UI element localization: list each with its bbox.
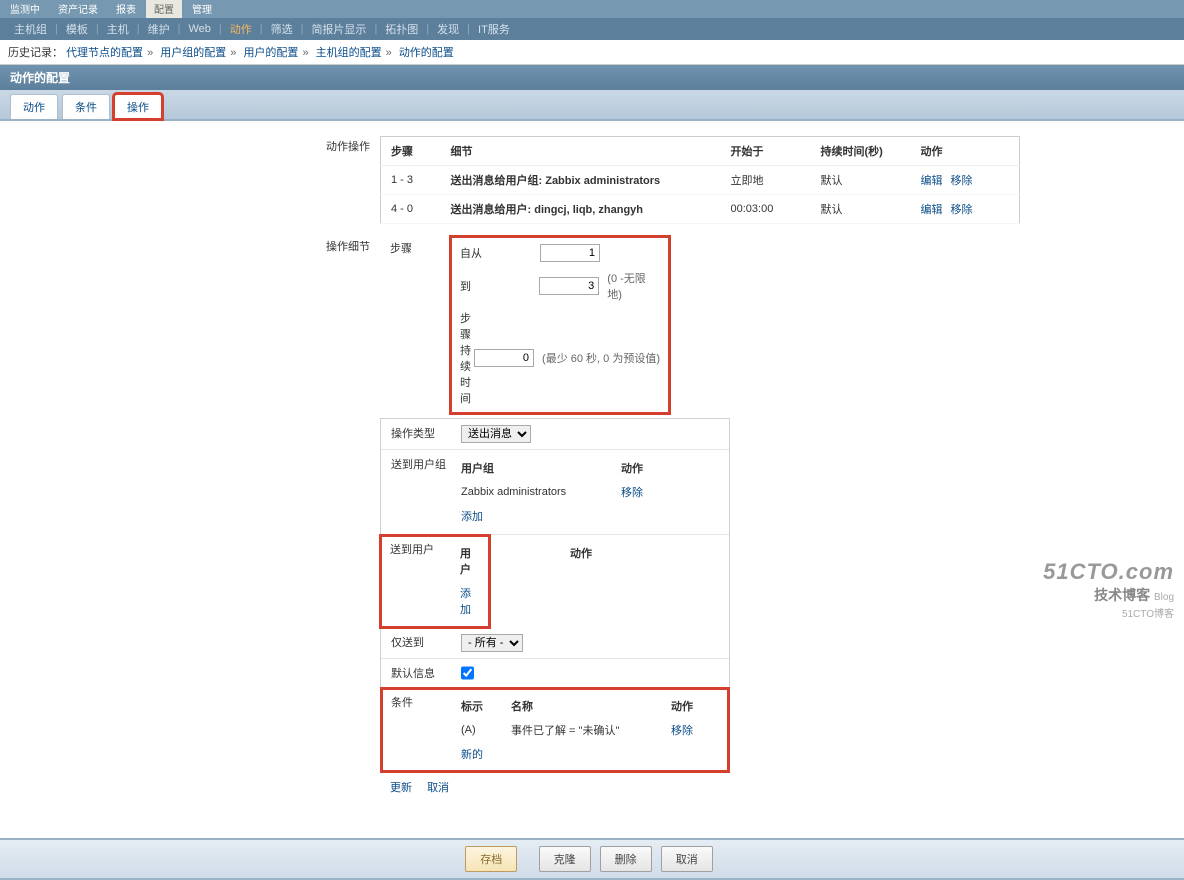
nav-filter[interactable]: 筛选: [271, 21, 293, 37]
bottom-bar: 存档 克隆 删除 取消: [0, 838, 1184, 880]
save-button[interactable]: 存档: [465, 846, 517, 872]
detail-section: 操作细节 步骤 自从 到 (0 -无限地) 步骤持续时间: [310, 236, 1164, 801]
clone-button[interactable]: 克隆: [539, 846, 591, 872]
content: 动作操作 步骤 细节 开始于 持续时间(秒) 动作 1 - 3 送出消息给用户组…: [0, 121, 1184, 828]
from-label: 自从: [460, 245, 540, 261]
remove-link[interactable]: 移除: [951, 175, 973, 187]
remove-link[interactable]: 移除: [951, 204, 973, 216]
tab-condition[interactable]: 条件: [62, 94, 110, 119]
detail-label: 操作细节: [310, 236, 380, 254]
senduser-label: 送到用户: [390, 541, 460, 621]
dur-hint: (最少 60 秒, 0 为预设值): [542, 350, 660, 366]
new-cond[interactable]: 新的: [461, 749, 483, 761]
top-tab-monitor[interactable]: 监测中: [2, 0, 48, 18]
nav-topo[interactable]: 拓扑图: [385, 21, 418, 37]
ops-table: 步骤 细节 开始于 持续时间(秒) 动作 1 - 3 送出消息给用户组: Zab…: [380, 136, 1020, 224]
th-start: 开始于: [721, 137, 811, 166]
edit-link[interactable]: 编辑: [921, 175, 943, 187]
defmsg-checkbox[interactable]: [461, 665, 474, 681]
sub-nav: 主机组| 模板| 主机| 维护| Web| 动作| 筛选| 简报片显示| 拓扑图…: [0, 18, 1184, 40]
onlysend-select[interactable]: - 所有 -: [461, 634, 523, 652]
remove-cond[interactable]: 移除: [671, 725, 693, 737]
top-tab-config[interactable]: 配置: [146, 0, 182, 18]
optype-select[interactable]: 送出消息: [461, 425, 531, 443]
steps-label: 步骤: [380, 236, 450, 414]
nav-discovery[interactable]: 发现: [437, 21, 459, 37]
defmsg-label: 默认信息: [391, 665, 461, 681]
optype-label: 操作类型: [391, 425, 461, 443]
bc-4[interactable]: 动作的配置: [399, 47, 454, 59]
th-duration: 持续时间(秒): [811, 137, 911, 166]
nav-action[interactable]: 动作: [230, 21, 252, 37]
add-group[interactable]: 添加: [461, 511, 483, 523]
top-tab-admin[interactable]: 管理: [184, 0, 220, 18]
to-input[interactable]: [539, 277, 599, 295]
nav-web[interactable]: Web: [188, 23, 210, 35]
update-link[interactable]: 更新: [390, 782, 412, 794]
dur-label: 步骤持续时间: [460, 310, 474, 406]
nav-template[interactable]: 模板: [66, 21, 88, 37]
from-input[interactable]: [540, 244, 600, 262]
nav-host[interactable]: 主机: [107, 21, 129, 37]
tab-action[interactable]: 动作: [10, 94, 58, 119]
nav-it[interactable]: IT服务: [478, 21, 510, 37]
top-tabs: 监测中 资产记录 报表 配置 管理: [0, 0, 1184, 18]
sendgroup-label: 送到用户组: [391, 456, 461, 528]
page-title: 动作的配置: [0, 65, 1184, 90]
cancel-link[interactable]: 取消: [427, 782, 449, 794]
top-tab-assets[interactable]: 资产记录: [50, 0, 106, 18]
bc-1[interactable]: 用户组的配置: [160, 47, 226, 59]
ops-section: 动作操作 步骤 细节 开始于 持续时间(秒) 动作 1 - 3 送出消息给用户组…: [310, 136, 1164, 224]
bc-2[interactable]: 用户的配置: [243, 47, 298, 59]
top-tab-reports[interactable]: 报表: [108, 0, 144, 18]
th-detail: 细节: [441, 137, 721, 166]
breadcrumb-label: 历史记录：: [8, 47, 63, 59]
edit-link[interactable]: 编辑: [921, 204, 943, 216]
cancel-button[interactable]: 取消: [661, 846, 713, 872]
nav-maint[interactable]: 维护: [148, 21, 170, 37]
bc-3[interactable]: 主机组的配置: [316, 47, 382, 59]
to-hint: (0 -无限地): [607, 270, 660, 302]
breadcrumb: 历史记录： 代理节点的配置» 用户组的配置» 用户的配置» 主机组的配置» 动作…: [0, 40, 1184, 65]
table-row: 1 - 3 送出消息给用户组: Zabbix administrators 立即…: [381, 166, 1020, 195]
tabs-row: 动作 条件 操作: [0, 90, 1184, 121]
bc-0[interactable]: 代理节点的配置: [66, 47, 143, 59]
to-label: 到: [460, 278, 539, 294]
nav-slideshow[interactable]: 简报片显示: [311, 21, 366, 37]
remove-group[interactable]: 移除: [621, 487, 643, 499]
cond-label: 条件: [391, 694, 461, 766]
tab-operation[interactable]: 操作: [114, 94, 162, 119]
th-step: 步骤: [381, 137, 441, 166]
dur-input[interactable]: [474, 349, 534, 367]
delete-button[interactable]: 删除: [600, 846, 652, 872]
table-row: 4 - 0 送出消息给用户: dingcj, liqb, zhangyh 00:…: [381, 195, 1020, 224]
add-user[interactable]: 添加: [460, 588, 471, 616]
th-action: 动作: [911, 137, 1020, 166]
ops-label: 动作操作: [310, 136, 380, 154]
nav-hostgroup[interactable]: 主机组: [14, 21, 47, 37]
onlysend-label: 仅送到: [391, 634, 461, 652]
